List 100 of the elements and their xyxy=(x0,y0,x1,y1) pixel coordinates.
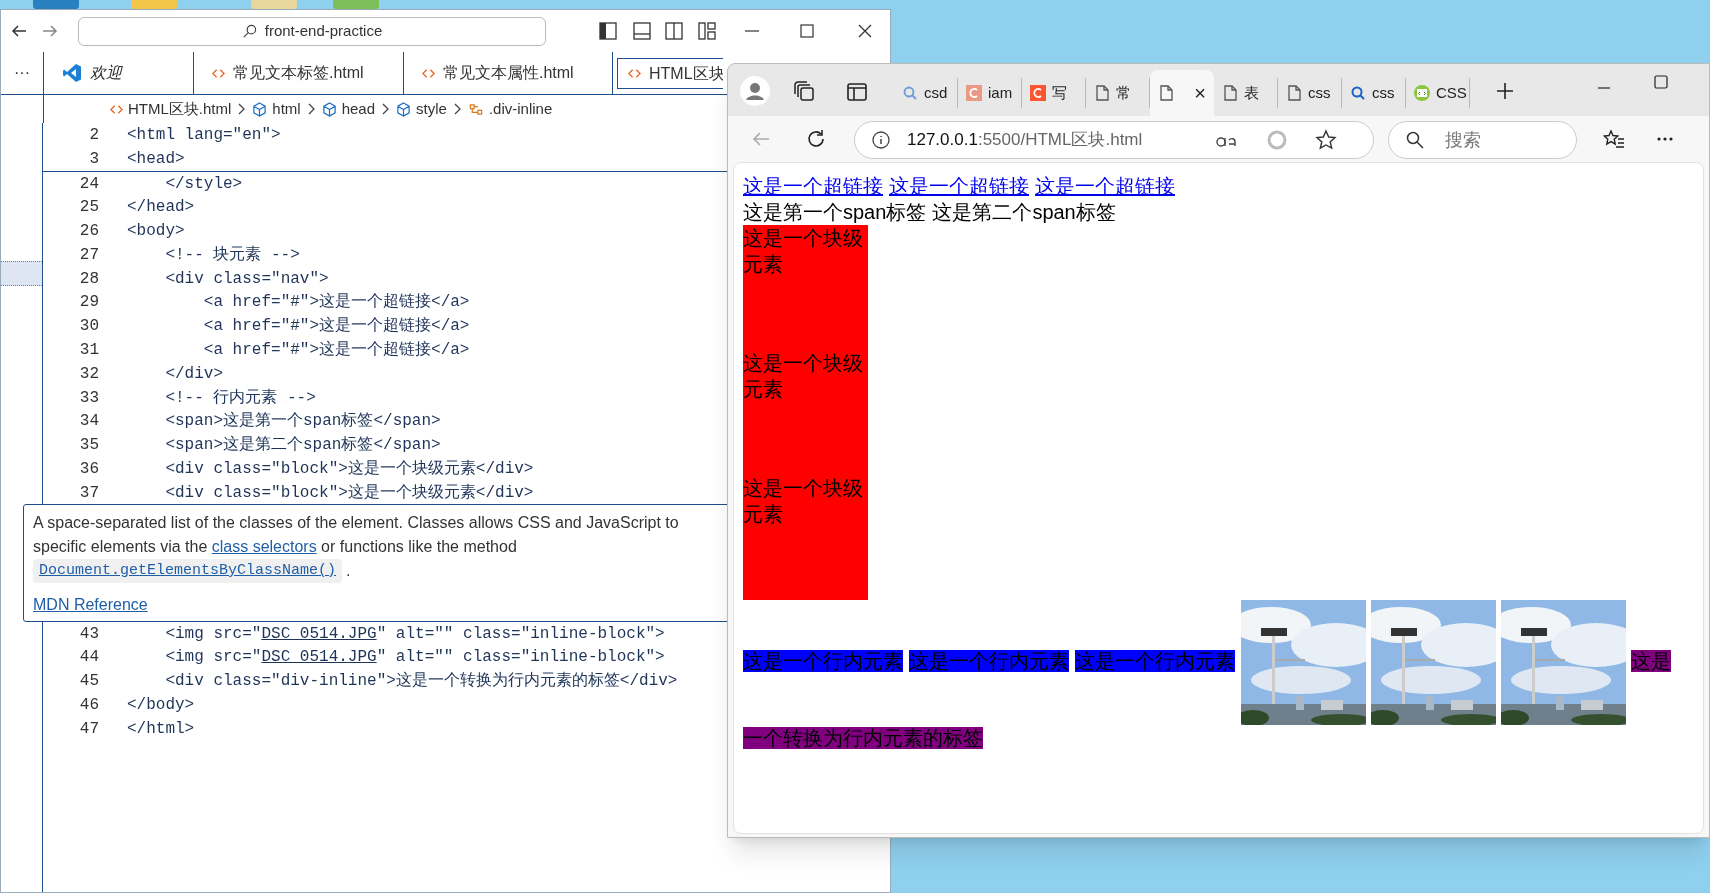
code-line: <!-- 块元素 --> xyxy=(164,244,300,266)
search-icon xyxy=(1406,131,1424,149)
profile-icon[interactable] xyxy=(740,76,770,106)
span-text: 这是第二个span标签 xyxy=(932,200,1116,225)
code-line: <div class="block">这是一个块级元素</div> xyxy=(164,482,534,504)
collections-icon[interactable] xyxy=(794,81,816,103)
chevron-icon xyxy=(306,103,316,115)
breadcrumb-item[interactable]: html xyxy=(252,97,301,121)
selected-row-highlight xyxy=(1,261,42,286)
chevron-icon xyxy=(381,103,391,115)
page-icon xyxy=(1094,85,1110,101)
close-icon[interactable] xyxy=(856,22,874,40)
search-field[interactable]: front-end-practice xyxy=(78,17,546,46)
code-line: <head> xyxy=(127,148,185,170)
info-icon xyxy=(871,130,891,150)
code-line: </html> xyxy=(127,718,195,740)
code-line: <img src="DSC_0514.JPG" alt="" class="inline-block"> xyxy=(164,623,665,645)
block-element: 这是一个块级元素 xyxy=(743,475,868,600)
maximize-icon[interactable] xyxy=(798,22,816,40)
class-icon xyxy=(467,101,484,117)
browser-tab[interactable]: × xyxy=(1150,70,1214,116)
browser-tab[interactable]: 写 xyxy=(1022,78,1086,108)
panel-layout-icon[interactable] xyxy=(633,22,651,40)
tab-close-button[interactable]: × xyxy=(1194,83,1206,103)
code-line: <a href="#">这是一个超链接</a> xyxy=(202,315,470,338)
line-number: 30 xyxy=(78,316,99,338)
sidebar-icon[interactable] xyxy=(847,82,867,102)
line-number: 44 xyxy=(78,647,99,669)
chevron-icon xyxy=(452,103,462,115)
line-number: 35 xyxy=(78,435,99,457)
favorite-icon[interactable] xyxy=(1315,129,1337,151)
inline-element: 这是一个行内元素 xyxy=(743,649,903,672)
code-link[interactable]: Document.getElementsByClassName() xyxy=(33,559,343,583)
browser-tab[interactable]: iam xyxy=(958,78,1022,108)
cube-icon xyxy=(321,101,337,117)
line-number: 25 xyxy=(78,197,99,219)
cube-icon xyxy=(396,101,412,117)
chevron-icon xyxy=(237,103,247,115)
link[interactable]: 这是一个超链接 xyxy=(1035,173,1175,199)
address-bar[interactable]: 127.0.0.1:5500/HTML区块.html xyxy=(854,121,1374,159)
line-number: 24 xyxy=(78,173,99,195)
favorites-icon[interactable] xyxy=(1603,129,1625,149)
browser-tab[interactable]: css xyxy=(1342,78,1406,108)
logo-icon xyxy=(62,63,82,83)
code-line: <span>这是第一个span标签</span> xyxy=(164,410,441,433)
line-number: 45 xyxy=(78,671,99,693)
breadcrumb-item[interactable]: HTML区块.html xyxy=(110,97,232,121)
letter-c-icon xyxy=(1030,85,1046,101)
more-icon[interactable] xyxy=(1656,136,1674,142)
line-number: 26 xyxy=(78,221,99,243)
sidebar-layout-icon[interactable] xyxy=(599,22,617,40)
browser-tab[interactable]: 表 xyxy=(1214,78,1278,108)
search-field[interactable]: 搜索 xyxy=(1388,121,1577,159)
code-line: <!-- 行内元素 --> xyxy=(164,387,316,409)
refresh-icon[interactable] xyxy=(806,129,826,149)
letter-c-icon xyxy=(966,85,982,101)
split-layout-icon[interactable] xyxy=(665,22,683,40)
line-number: 31 xyxy=(78,340,99,362)
customize-layout-icon[interactable] xyxy=(698,22,716,40)
new-tab-icon[interactable] xyxy=(1496,82,1514,100)
link[interactable]: 这是一个超链接 xyxy=(743,173,883,199)
search-icon xyxy=(1350,85,1366,101)
search-icon xyxy=(902,85,918,101)
code-line: <body> xyxy=(127,221,185,243)
line-number: 36 xyxy=(78,459,99,481)
code-line: <span>这是第二个span标签</span> xyxy=(164,434,441,457)
page-icon xyxy=(1286,85,1302,101)
browser-tab[interactable]: csd xyxy=(894,78,958,108)
block-element: 这是一个块级元素 xyxy=(743,350,868,475)
link[interactable]: class selectors xyxy=(211,538,317,555)
browser-tab[interactable]: CSS xyxy=(1406,78,1470,108)
page-icon xyxy=(1158,85,1174,101)
period-text: . xyxy=(346,561,351,581)
line-number: 46 xyxy=(78,695,99,717)
breadcrumb-item[interactable]: style xyxy=(396,97,447,121)
line-number: 47 xyxy=(78,718,99,740)
block-element: 这是一个块级元素 xyxy=(743,225,868,350)
code-line: </div> xyxy=(164,363,223,385)
line-number: 3 xyxy=(88,148,99,170)
page-icon xyxy=(1222,85,1238,101)
browser-tab[interactable]: css xyxy=(1278,78,1342,108)
line-number: 37 xyxy=(78,482,99,504)
code-line: <a href="#">这是一个超链接</a> xyxy=(202,339,470,362)
line-number: 34 xyxy=(78,411,99,433)
link[interactable]: 这是一个超链接 xyxy=(889,173,1029,199)
breadcrumb-item[interactable]: .div-inline xyxy=(467,97,553,121)
code-line: <div class="block">这是一个块级元素</div> xyxy=(164,458,534,481)
breadcrumb-item[interactable]: head xyxy=(321,97,376,121)
code-line: <div class="nav"> xyxy=(164,268,329,290)
span-text: 这是第一个span标签 xyxy=(743,200,927,225)
line-number: 2 xyxy=(88,124,99,146)
code-line: </body> xyxy=(127,695,195,717)
search-icon xyxy=(241,24,257,39)
inline-element: 这是一个行内元素 xyxy=(909,649,1069,672)
maximize-icon[interactable] xyxy=(1653,74,1669,90)
code-line: <div class="div-inline">这是一个转换为行内元素的标签</div> xyxy=(164,670,678,693)
code-line: </style> xyxy=(164,173,243,195)
line-number: 28 xyxy=(78,268,99,290)
mdn-reference-link[interactable]: MDN Reference xyxy=(33,593,148,617)
code-line: <html lang="en"> xyxy=(127,124,281,146)
